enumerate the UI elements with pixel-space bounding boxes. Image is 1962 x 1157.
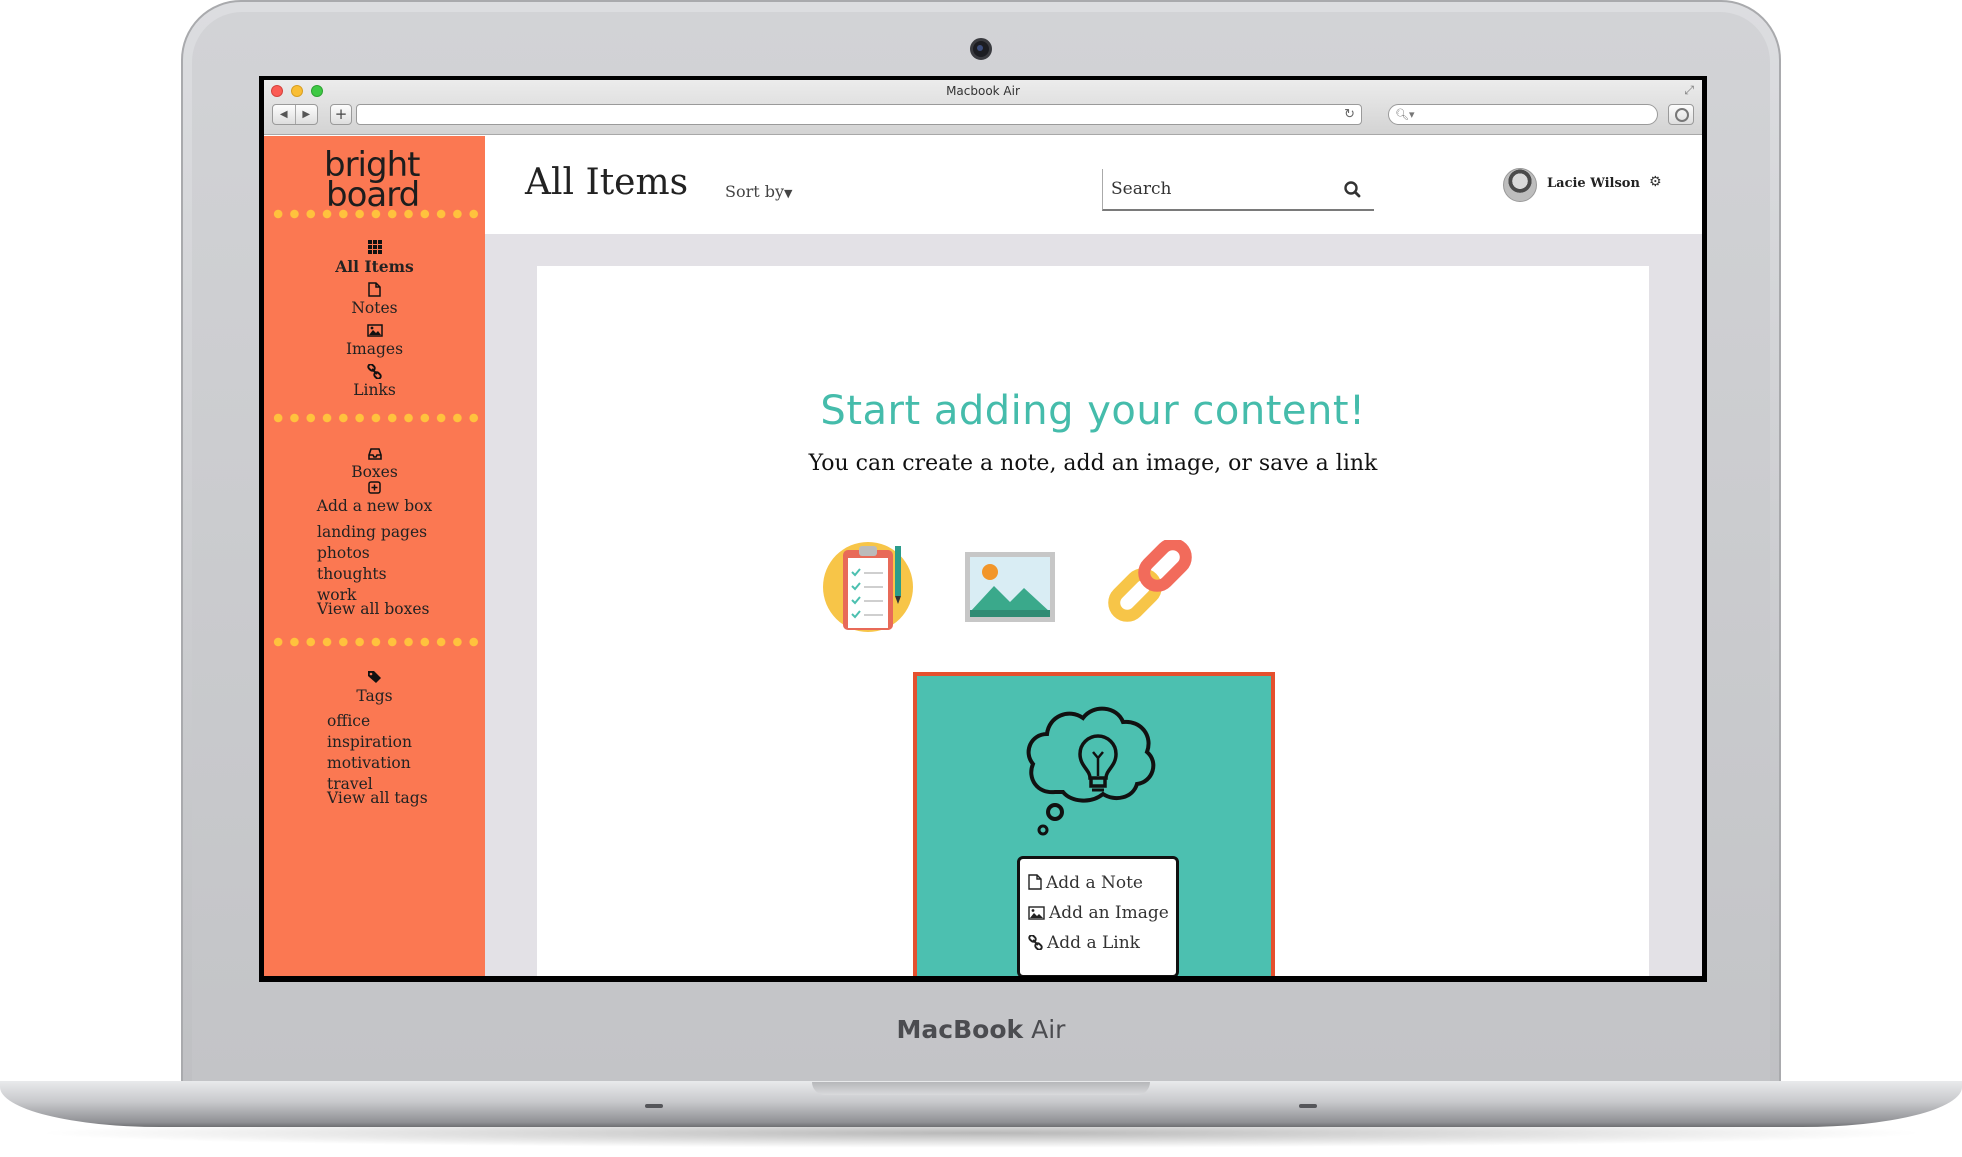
image-icon xyxy=(1028,906,1045,920)
link-icon xyxy=(1028,934,1043,951)
add-new-box-button[interactable]: Add a new box xyxy=(264,480,485,515)
sidebar-item-label: Tags xyxy=(356,687,393,705)
sidebar-item-label: Notes xyxy=(351,299,398,317)
add-note-button[interactable]: Add a Note xyxy=(1028,873,1143,893)
add-note-label: Add a Note xyxy=(1046,873,1143,893)
dot-divider xyxy=(270,637,482,647)
empty-state-subline: You can create a note, add an image, or … xyxy=(808,451,1378,476)
view-all-tags-link[interactable]: View all tags xyxy=(327,789,428,807)
tag-list: office inspiration motivation travel xyxy=(327,711,412,795)
brightboard-logo[interactable]: bright board xyxy=(324,148,420,212)
box-item[interactable]: photos xyxy=(317,543,427,564)
empty-state-card: Start adding your content! You can creat… xyxy=(537,266,1649,976)
fullscreen-icon[interactable]: ⤢ xyxy=(1684,83,1694,98)
add-image-button[interactable]: Add an Image xyxy=(1028,903,1169,923)
laptop-hinge-notch xyxy=(812,1082,1150,1095)
chain-link-icon[interactable] xyxy=(1103,538,1197,634)
downloads-button[interactable] xyxy=(1668,104,1694,125)
page-title: All Items xyxy=(525,162,689,203)
box-item[interactable]: thoughts xyxy=(317,564,427,585)
sidebar-item-label: Images xyxy=(345,340,404,358)
box-list: landing pages photos thoughts work xyxy=(317,522,427,606)
laptop-foot xyxy=(1299,1104,1317,1108)
sidebar-item-label: All Items xyxy=(335,257,414,276)
add-link-button[interactable]: Add a Link xyxy=(1028,933,1140,953)
sidebar-item-images[interactable]: Images xyxy=(264,323,485,358)
tag-item[interactable]: inspiration xyxy=(327,732,412,753)
gear-icon[interactable]: ⚙ xyxy=(1649,174,1662,190)
add-content-panel: Add a Note Add an Image Add a Link xyxy=(913,672,1275,976)
sidebar-item-all-items[interactable]: All Items xyxy=(264,240,485,276)
clipboard-icon[interactable] xyxy=(823,540,917,634)
plus-square-icon xyxy=(264,480,485,496)
header: All Items Sort by▼ Lacie Wilson ⚙ xyxy=(485,136,1702,234)
new-tab-button[interactable]: + xyxy=(330,104,352,125)
tag-item[interactable]: office xyxy=(327,711,412,732)
reload-icon[interactable]: ↻ xyxy=(1344,105,1355,124)
dot-divider xyxy=(270,209,482,219)
search-input[interactable] xyxy=(1111,179,1331,199)
browser-window: Macbook Air ⤢ ◀ ▶ + ↻ 🔍︎▾ bright board A… xyxy=(264,80,1702,976)
sidebar-item-links[interactable]: Links xyxy=(264,363,485,399)
browser-toolbar: Macbook Air ⤢ ◀ ▶ + ↻ 🔍︎▾ xyxy=(264,80,1702,135)
address-bar[interactable]: ↻ xyxy=(356,104,1362,125)
sidebar-item-tags[interactable]: Tags xyxy=(264,670,485,705)
link-icon xyxy=(264,363,485,380)
camera-icon xyxy=(970,38,992,60)
search-box xyxy=(1102,169,1374,211)
sidebar-item-boxes[interactable]: Boxes xyxy=(264,446,485,481)
user-name[interactable]: Lacie Wilson xyxy=(1547,176,1640,191)
laptop-foot xyxy=(645,1104,663,1108)
tag-item[interactable]: motivation xyxy=(327,753,412,774)
history-nav-buttons: ◀ ▶ xyxy=(272,104,318,125)
window-title: Macbook Air xyxy=(946,84,1020,98)
caret-down-icon: ▼ xyxy=(784,187,793,200)
image-icon xyxy=(264,323,485,339)
add-content-menu: Add a Note Add an Image Add a Link xyxy=(1017,856,1179,976)
back-icon[interactable]: ◀ xyxy=(273,105,296,124)
picture-icon[interactable] xyxy=(963,540,1057,634)
add-link-label: Add a Link xyxy=(1047,933,1140,953)
grid-icon xyxy=(264,240,485,256)
forward-icon[interactable]: ▶ xyxy=(296,105,318,124)
inbox-icon xyxy=(264,446,485,462)
tags-icon xyxy=(264,670,485,686)
browser-search-field[interactable]: 🔍︎▾ xyxy=(1388,104,1658,125)
box-item[interactable]: landing pages xyxy=(317,522,427,543)
sort-label: Sort by xyxy=(725,182,785,201)
idea-cloud-icon xyxy=(1026,706,1156,836)
search-icon: 🔍︎▾ xyxy=(1395,108,1415,121)
sidebar-item-label: Links xyxy=(353,381,396,399)
avatar[interactable] xyxy=(1503,168,1537,202)
view-all-boxes-link[interactable]: View all boxes xyxy=(317,600,429,618)
main-content: Start adding your content! You can creat… xyxy=(485,234,1702,976)
empty-state-headline: Start adding your content! xyxy=(820,388,1366,434)
file-icon xyxy=(1028,874,1042,890)
device-brand-label: MacBook Air xyxy=(896,1015,1066,1044)
dot-divider xyxy=(270,413,482,423)
sidebar-item-label: Boxes xyxy=(351,463,398,481)
add-new-box-label: Add a new box xyxy=(316,497,433,515)
sidebar: bright board All Items Notes Images Link… xyxy=(264,136,485,976)
sidebar-item-notes[interactable]: Notes xyxy=(264,282,485,317)
sort-dropdown[interactable]: Sort by▼ xyxy=(725,182,793,201)
add-image-label: Add an Image xyxy=(1049,903,1169,923)
search-icon[interactable] xyxy=(1340,177,1366,203)
file-icon xyxy=(264,282,485,298)
